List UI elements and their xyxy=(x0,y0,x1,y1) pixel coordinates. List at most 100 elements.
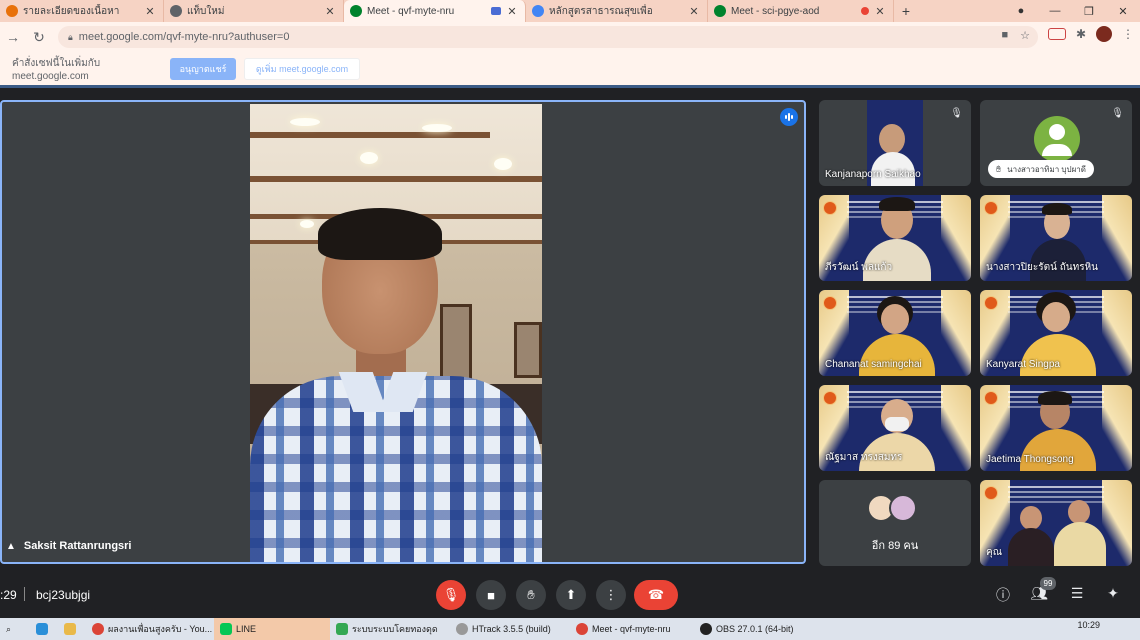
participant-tile[interactable]: ณัฐมาส ทรงสมทร xyxy=(819,385,971,471)
people-count-badge: 99 xyxy=(1040,577,1056,590)
leave-call-button[interactable]: ☎︎ xyxy=(634,580,678,610)
notification-bar: คำสั่งเซฟนี้ในเพิ่มกับ meet.google.com อ… xyxy=(0,52,1140,88)
close-window-icon[interactable]: ✕ xyxy=(1106,5,1140,18)
participant-tile[interactable]: Kanyarat Singpa xyxy=(980,290,1132,376)
edge-icon[interactable] xyxy=(30,618,58,640)
participant-name: Chananat samingchai xyxy=(825,359,922,370)
close-tab-icon[interactable]: ✕ xyxy=(873,5,887,18)
taskbar-item[interactable]: ระบบระบบโคยทองดุด xyxy=(330,618,450,640)
browser-tab-5[interactable]: Meet - sci-pgye-aod ✕ xyxy=(708,0,894,22)
browser-tab-meet-active[interactable]: Meet - qvf-myte-nru ✕ xyxy=(344,0,526,22)
search-icon[interactable]: ⌕ xyxy=(0,618,30,640)
participant-tile[interactable]: นางสาวปิยะรัตน์ ถันทรหิน xyxy=(980,195,1132,281)
reload-icon[interactable]: ↻ xyxy=(26,29,52,46)
participant-tile[interactable]: คุณ xyxy=(980,480,1132,566)
ceiling-light xyxy=(290,118,320,126)
close-tab-icon[interactable]: ✕ xyxy=(143,5,157,18)
chat-button[interactable]: ☰ xyxy=(1066,585,1088,605)
ceiling-light xyxy=(300,220,314,228)
participant-body xyxy=(1054,522,1106,566)
recording-icon xyxy=(861,7,869,15)
avatar xyxy=(889,494,917,522)
participant-tile[interactable]: Jaetima Thongsong xyxy=(980,385,1132,471)
globe-icon xyxy=(170,5,182,17)
raised-hand-icon: ✋︎ xyxy=(996,163,1002,174)
toggle-mic-button[interactable]: 🎙︎ xyxy=(436,580,466,610)
pin-icon[interactable]: ▲ xyxy=(6,541,16,552)
address-bar[interactable]: 🔒︎ meet.google.com/qvf-myte-nru?authuser… xyxy=(58,26,1038,48)
activities-icon: ✦ xyxy=(1107,585,1119,601)
tab-title: หลักสูตรสาธารณสุขเพื่อ xyxy=(549,5,653,17)
more-button[interactable]: ดูเพิ่ม meet.google.com xyxy=(244,57,360,80)
bookmark-star-icon[interactable]: ☆ xyxy=(1020,29,1030,42)
main-speaker-video xyxy=(250,104,542,562)
extensions-icon[interactable]: ✱ xyxy=(1076,27,1086,41)
raise-hand-button[interactable]: ✋︎ xyxy=(516,580,546,610)
people-button[interactable]: 👥︎ 99 xyxy=(1028,577,1056,605)
profile-avatar[interactable] xyxy=(1096,26,1112,42)
minimize-icon[interactable]: — xyxy=(1038,5,1072,17)
lock-icon[interactable]: 🔒︎ xyxy=(68,32,73,43)
more-options-button[interactable]: ⋮ xyxy=(596,580,626,610)
participant-hair xyxy=(879,197,915,211)
participant-name: นางสาวอาทิมา บุปผาดี xyxy=(1007,164,1086,174)
tab-search-icon[interactable]: ● xyxy=(1004,5,1038,17)
browser-tab-2[interactable]: แท็บใหม่ ✕ xyxy=(164,0,344,22)
browser-menu-icon[interactable]: ⋮ xyxy=(1122,27,1134,41)
ceiling-light xyxy=(422,124,452,132)
tab-title: Meet - sci-pgye-aod xyxy=(731,5,820,17)
participant-name: ณัฐมาส ทรงสมทร xyxy=(825,452,903,463)
others-tile[interactable]: อีก 89 คน xyxy=(819,480,971,566)
taskbar-item[interactable]: Meet - qvf-myte-nru xyxy=(570,618,694,640)
close-tab-icon[interactable]: ✕ xyxy=(323,5,337,18)
browser-tab-4[interactable]: หลักสูตรสาธารณสุขเพื่อ ✕ xyxy=(526,0,708,22)
allow-button[interactable]: อนุญาตแชร์ xyxy=(170,57,236,80)
others-count-label: อีก 89 คน xyxy=(871,540,919,552)
avatar xyxy=(1034,116,1080,162)
taskbar-item[interactable]: OBS 27.0.1 (64-bit) xyxy=(694,618,814,640)
browser-tab-1[interactable]: รายละเอียดของเนื้อหา ✕ xyxy=(0,0,164,22)
mic-off-icon: 🎙︎ xyxy=(950,108,963,119)
close-tab-icon[interactable]: ✕ xyxy=(687,5,701,18)
main-speaker-stage[interactable]: ▲ Saksit Rattanrungsri xyxy=(0,100,806,564)
new-tab-button[interactable]: + xyxy=(894,0,918,22)
participant-face xyxy=(881,304,909,334)
present-icon: ⬆ xyxy=(565,587,577,602)
tab-title: Meet - qvf-myte-nru xyxy=(367,5,455,17)
present-screen-button[interactable]: ⬆ xyxy=(556,580,586,610)
activities-button[interactable]: ✦ xyxy=(1102,585,1124,605)
divider xyxy=(24,587,25,601)
raised-hand-chip: ✋︎ นางสาวอาทิมา บุปผาดี xyxy=(988,160,1094,178)
camera-icon[interactable]: ■ xyxy=(1001,29,1008,42)
participant-tile[interactable]: 🎙︎ Kanjanaporn Saikhao xyxy=(819,100,971,186)
toggle-camera-button[interactable]: ■ xyxy=(476,580,506,610)
taskbar-item[interactable]: ผลงานเพื่อนสูงครับ - You... xyxy=(86,618,214,640)
meeting-details-button[interactable]: ⓘ xyxy=(992,585,1014,605)
camera-icon: ■ xyxy=(487,587,495,603)
taskbar-item[interactable]: LINE xyxy=(214,618,330,640)
tab-title: รายละเอียดของเนื้อหา xyxy=(23,5,120,17)
participant-tile[interactable]: 🎙︎ ✋︎ นางสาวอาทิมา บุปผาดี xyxy=(980,100,1132,186)
extension-badge-icon[interactable] xyxy=(1047,28,1066,40)
participant-tile[interactable]: Chananat samingchai xyxy=(819,290,971,376)
close-tab-icon[interactable]: ✕ xyxy=(505,5,519,18)
restore-icon[interactable]: ❐ xyxy=(1072,5,1106,18)
system-clock: 10:29 xyxy=(1077,620,1100,630)
forward-icon[interactable]: → xyxy=(0,29,26,45)
folder-icon[interactable] xyxy=(58,618,86,640)
main-speaker-name-label: ▲ Saksit Rattanrungsri xyxy=(6,540,132,552)
mic-off-icon: 🎙︎ xyxy=(1111,108,1124,119)
participant-tile[interactable]: ภีรวัฒน์ พลแก้ว xyxy=(819,195,971,281)
tab-favicon-icon xyxy=(6,5,18,17)
participant-name: Kanjanaporn Saikhao xyxy=(825,169,921,180)
url-text: meet.google.com/qvf-myte-nru?authuser=0 xyxy=(78,31,290,43)
hang-up-icon: ☎︎ xyxy=(647,587,665,602)
participant-face xyxy=(1020,506,1042,530)
participant-name: Jaetima Thongsong xyxy=(986,454,1074,465)
participant-hair xyxy=(1042,203,1072,215)
tab-strip: รายละเอียดของเนื้อหา ✕ แท็บใหม่ ✕ Meet -… xyxy=(0,0,1140,22)
infobar-message: คำสั่งเซฟนี้ในเพิ่มกับ meet.google.com xyxy=(12,57,101,82)
taskbar-item[interactable]: HTrack 3.5.5 (build) xyxy=(450,618,570,640)
face-mask xyxy=(885,417,909,431)
speaker-name: Saksit Rattanrungsri xyxy=(23,540,132,552)
